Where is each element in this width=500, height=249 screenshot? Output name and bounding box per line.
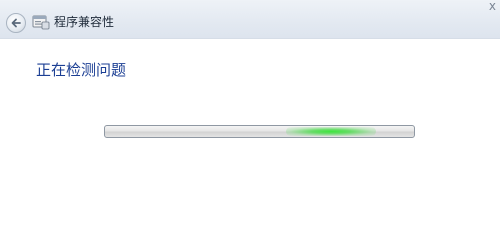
- program-compatibility-icon: [32, 14, 50, 30]
- window-title: 程序兼容性: [54, 15, 115, 29]
- title-bar: 程序兼容性 x: [0, 0, 500, 39]
- compatibility-window: 程序兼容性 x 正在检测问题: [0, 0, 500, 249]
- progress-bar: [104, 125, 415, 138]
- progress-marquee-glow: [285, 127, 376, 136]
- page-heading: 正在检测问题: [36, 61, 127, 79]
- back-button[interactable]: [6, 13, 26, 33]
- close-button[interactable]: x: [489, 0, 496, 12]
- back-arrow-icon: [11, 18, 21, 28]
